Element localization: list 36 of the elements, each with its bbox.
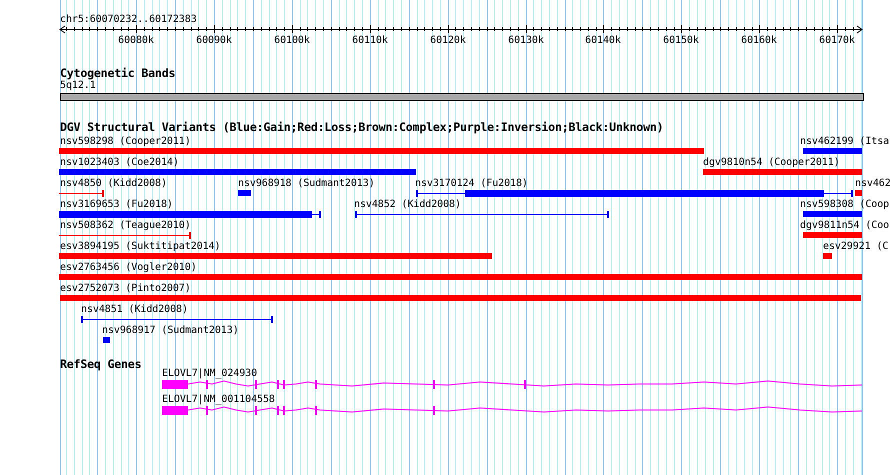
variant-label: esv2752073 (Pinto2007) <box>60 283 191 294</box>
variant-label: nsv4852 (Kidd2008) <box>354 199 461 210</box>
ruler-tick-label: 60130k <box>508 35 544 46</box>
ruler-tick-label: 60080k <box>118 35 154 46</box>
variant-label: nsv598308 (Coop <box>800 199 890 210</box>
gene-label: ELOVL7|NM_001104558 <box>162 394 275 405</box>
ruler-tick-label: 60120k <box>430 35 466 46</box>
variant-label: nsv3169653 (Fu2018) <box>60 199 173 210</box>
track-title: DGV Structural Variants (Blue:Gain;Red:Loss;Brown:Complex;Purple:Inversion;Black:Unknown) <box>60 121 664 134</box>
variant-label: nsv4851 (Kidd2008) <box>81 304 188 315</box>
variant-label: nsv462 <box>855 178 890 189</box>
ruler-tick-label: 60100k <box>274 35 310 46</box>
ruler-tick-label: 60110k <box>352 35 388 46</box>
variant-label: nsv3170124 (Fu2018) <box>415 178 528 189</box>
gene-label: ELOVL7|NM_024930 <box>162 368 258 379</box>
ruler-tick-label: 60140k <box>585 35 621 46</box>
variant-label: nsv968918 (Sudmant2013) <box>238 178 375 189</box>
variant-label: esv29921 (C <box>823 241 888 252</box>
variant-label: esv3894195 (Suktitipat2014) <box>60 241 220 252</box>
variant-label: nsv4850 (Kidd2008) <box>60 178 167 189</box>
variant-label: nsv1023403 (Coe2014) <box>60 157 179 168</box>
variant-label: dgv9810n54 (Cooper2011) <box>703 157 840 168</box>
variant-label: nsv968917 (Sudmant2013) <box>102 325 239 336</box>
ruler-tick-label: 60170k <box>819 35 855 46</box>
band-label: 5q12.1 <box>60 80 96 91</box>
variant-label: nsv598298 (Cooper2011) <box>60 136 191 147</box>
ruler-tick-label: 60150k <box>663 35 699 46</box>
variant-label: esv2763456 (Vogler2010) <box>60 262 197 273</box>
variant-label: nsv508362 (Teague2010) <box>60 220 191 231</box>
track-title: Cytogenetic Bands <box>60 67 176 80</box>
variant-label: nsv462199 (Itsa <box>800 136 890 147</box>
track-title: RefSeq Genes <box>60 358 142 371</box>
ruler-tick-label: 60090k <box>196 35 232 46</box>
ruler-tick-label: 60160k <box>741 35 777 46</box>
location-label: chr5:60070232..60172383 <box>60 14 197 25</box>
variant-label: dgv9811n54 (Coo <box>800 220 890 231</box>
